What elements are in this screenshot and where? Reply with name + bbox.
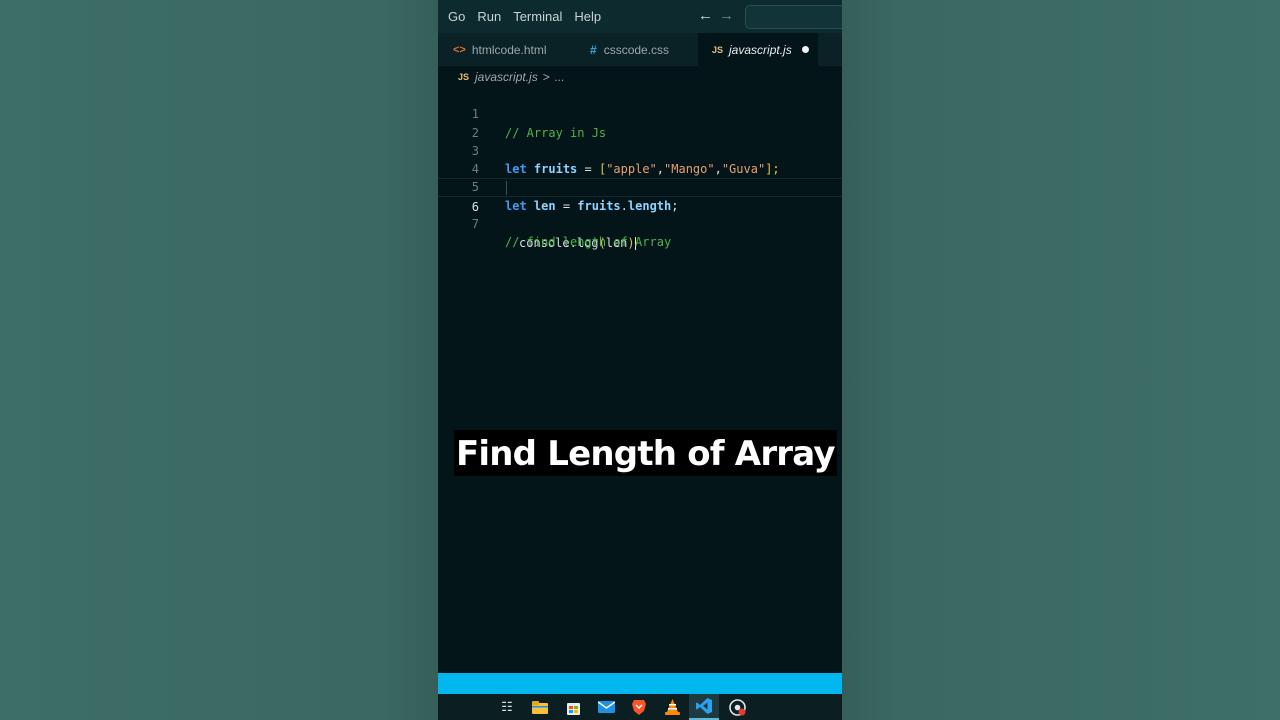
editor-tab-bar: <> htmlcode.html # csscode.css JS javasc… [438, 33, 842, 66]
menu-go[interactable]: Go [448, 9, 465, 24]
js-file-icon: JS [458, 72, 470, 82]
file-explorer-icon[interactable] [531, 698, 549, 716]
mail-icon[interactable] [597, 698, 615, 716]
css-file-icon: # [590, 42, 597, 57]
line-number: 7 [471, 217, 479, 232]
code-line: 2 [438, 105, 842, 140]
code-line: 1 // Array in Js [438, 87, 842, 139]
html-file-icon: <> [453, 43, 466, 56]
unsaved-dot-icon[interactable] [801, 46, 809, 53]
line-code: // find length of Array [505, 233, 671, 251]
brave-browser-icon[interactable] [630, 698, 648, 716]
code-line: 5 let len = fruits.length; [438, 160, 842, 212]
vscode-icon[interactable] [689, 694, 719, 720]
breadcrumb: JS javascript.js > ... [458, 70, 565, 84]
code-line-active: 6 console.log(len) [438, 178, 842, 251]
task-view-icon[interactable]: ☷ [498, 698, 516, 716]
status-bar [438, 673, 842, 694]
tab-csscode[interactable]: # csscode.css [576, 33, 706, 66]
vlc-icon[interactable] [663, 698, 681, 716]
store-icon[interactable] [564, 698, 582, 716]
comment-token: // find length of Array [505, 235, 672, 250]
breadcrumb-symbols[interactable]: ... [555, 70, 565, 84]
menu-bar: Go Run Terminal Help ← → [438, 0, 842, 33]
command-center-search[interactable] [745, 5, 842, 29]
chrome-canary-icon[interactable] [728, 698, 746, 716]
tab-htmlcode[interactable]: <> htmlcode.html [438, 33, 572, 66]
vscode-window: Go Run Terminal Help ← → <> htmlcode.html… [438, 0, 842, 720]
arrow-right-icon[interactable]: → [719, 7, 734, 24]
code-line: 4 [438, 142, 842, 176]
tab-label: javascript.js [729, 42, 792, 57]
code-line: 3 let fruits = ["apple","Mango","Guva"]; [438, 124, 842, 176]
navigation-arrows: ← → [698, 7, 740, 24]
tab-javascript[interactable]: JS javascript.js [698, 33, 818, 66]
menu-terminal[interactable]: Terminal [513, 9, 562, 24]
code-line: 7 // find length of Array [438, 197, 842, 249]
tab-label: htmlcode.html [471, 42, 547, 57]
chevron-right-icon: > [542, 70, 550, 84]
breadcrumb-file[interactable]: javascript.js [475, 70, 538, 84]
indent-guide [506, 181, 507, 196]
arrow-left-icon[interactable]: ← [698, 7, 713, 24]
video-caption: Find Length of Array [454, 430, 837, 476]
menu-help[interactable]: Help [574, 9, 601, 24]
js-file-icon: JS [712, 44, 724, 55]
menu-run[interactable]: Run [477, 9, 501, 24]
windows-taskbar: ☷ [438, 694, 842, 720]
tab-label: csscode.css [603, 42, 670, 57]
code-editor[interactable]: 1 // Array in Js 2 3 let fruits = ["appl… [438, 87, 842, 251]
